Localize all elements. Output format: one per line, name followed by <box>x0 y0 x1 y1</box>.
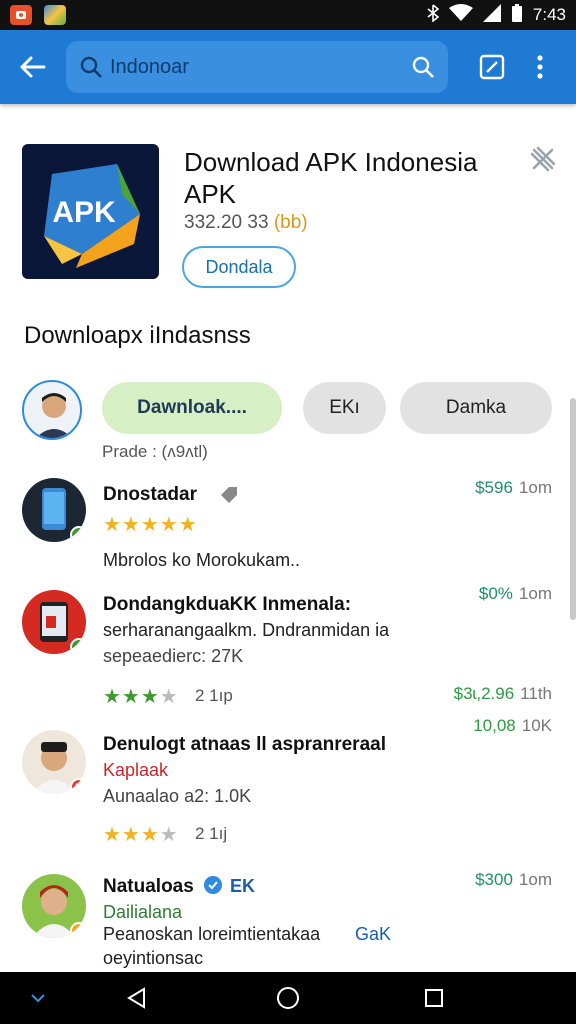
item-price-secondary: $3ɩ,2.96 11th <box>454 684 552 704</box>
app-logo: APK <box>22 144 159 279</box>
item-downloads: Aunaalao a2: 1.0K <box>103 786 252 806</box>
item-price: $0% 1om <box>479 584 552 604</box>
app-logo-text: APK <box>52 196 116 229</box>
back-nav-button[interactable] <box>116 972 156 1024</box>
app-header: APK Download APK Indonesia APK 332.20 33… <box>22 144 562 304</box>
content-area: APK Download APK Indonesia APK 332.20 33… <box>0 104 576 972</box>
search-icon[interactable] <box>412 56 434 78</box>
app-bar <box>0 30 576 104</box>
avatar[interactable] <box>22 380 82 440</box>
item-subtitle: Dailialana <box>103 902 183 922</box>
item-rating-text: 2 1ıj <box>195 824 228 843</box>
status-badge-icon <box>70 778 86 794</box>
item-description: Mbrolos ko Morokukam.. <box>103 550 301 570</box>
chip-row: Dawnloak.... EKı Damka <box>22 380 562 440</box>
item-description: serharanangaalkm. Dndranmidan ia <box>103 620 390 640</box>
pin-icon[interactable] <box>528 144 558 174</box>
recents-button[interactable] <box>414 972 454 1024</box>
item-subtitle: Kaplaak <box>103 760 169 780</box>
item-avatar <box>22 478 86 542</box>
item-price-value: $596 <box>475 478 513 497</box>
chip-download[interactable]: Dawnloak.... <box>102 382 282 434</box>
navigation-bar <box>0 972 576 1024</box>
item-time: 1om <box>518 870 552 889</box>
item-time: 1om <box>518 478 552 497</box>
app-meta-badge: (bb) <box>273 212 308 233</box>
back-button[interactable] <box>0 30 66 104</box>
app-title: Download APK Indonesia APK <box>184 147 478 209</box>
bluetooth-icon <box>427 3 440 27</box>
list-item[interactable]: Natualoas EK Dailialana Peanoskan loreim… <box>0 864 576 972</box>
tag-icon <box>218 484 240 511</box>
item-price-value: $300 <box>475 870 513 889</box>
status-time: 7:43 <box>532 5 566 24</box>
item-title: Natualoas <box>103 876 194 897</box>
item-title: Dnostadar <box>103 484 197 505</box>
item-extra: oeyintionsac <box>103 948 204 968</box>
verified-check-icon <box>70 638 86 654</box>
item-price-value: $0% <box>478 584 513 603</box>
app-meta: 332.20 33 (bb) <box>184 212 308 234</box>
item-price: 10,08 10K <box>473 716 552 736</box>
item-description: Peanoskan loreimtientakaa <box>103 924 321 944</box>
wifi-icon <box>448 3 473 27</box>
item-price-secondary-value: $3ɩ,2.96 <box>453 684 515 703</box>
item-avatar <box>22 590 86 654</box>
item-rating: ★★★★ <box>103 824 179 846</box>
back-triangle-icon <box>127 987 145 1009</box>
item-price: $300 1om <box>475 870 552 890</box>
status-badge-icon <box>70 922 86 938</box>
item-time: 1om <box>518 584 552 603</box>
back-arrow-icon <box>20 56 46 78</box>
app-meta-text: 332.20 33 <box>184 212 269 233</box>
collapse-icon <box>31 994 45 1003</box>
item-link[interactable]: GaK <box>355 924 391 945</box>
search-box[interactable] <box>66 41 448 93</box>
more-vert-icon <box>537 55 543 79</box>
battery-icon <box>511 3 523 27</box>
status-bar: 7:43 <box>0 0 576 30</box>
item-tag: EK <box>230 876 256 896</box>
signal-icon <box>482 3 501 27</box>
scrollbar[interactable] <box>570 398 576 620</box>
item-time-secondary: 11th <box>520 684 552 703</box>
recents-square-icon <box>425 989 443 1007</box>
photos-icon <box>44 5 66 25</box>
chip-damka[interactable]: Damka <box>400 382 552 434</box>
item-rating-text: 2 1ıp <box>195 686 233 705</box>
collapse-button[interactable] <box>20 972 56 1024</box>
edit-icon <box>479 54 505 80</box>
price-label: Prade : (ʌ9ʌtl) <box>102 442 208 461</box>
item-price-value: 10,08 <box>473 716 516 735</box>
more-options-button[interactable] <box>516 30 564 104</box>
item-rating: ★★★★★ <box>103 514 198 536</box>
item-rating: ★★★★ <box>103 686 179 708</box>
item-avatar <box>22 730 86 794</box>
edit-button[interactable] <box>468 30 516 104</box>
item-downloads: sepeaedierc: 27K <box>103 646 244 666</box>
list-item[interactable]: DondangkduaKK Inmenala: serharanangaalkm… <box>0 584 576 708</box>
item-price: $596 1om <box>475 478 552 498</box>
home-circle-icon <box>277 987 299 1009</box>
item-title: Denulogt atnaas ll aspranreraal <box>103 734 386 755</box>
item-avatar <box>22 874 86 938</box>
item-title: DondangkduaKK Inmenala: <box>103 594 352 615</box>
item-time: 10K <box>521 716 552 735</box>
list-item[interactable]: Denulogt atnaas ll aspranreraal Kaplaak … <box>0 716 576 856</box>
section-title: Downloapx iIndasnss <box>24 322 251 349</box>
list-item[interactable]: Dnostadar ★★★★★ Mbrolos ko Morokukam.. $… <box>0 476 576 572</box>
search-icon <box>80 56 102 78</box>
chip-ek[interactable]: EKı <box>303 382 386 434</box>
app-action-button[interactable]: Dondala <box>182 246 296 288</box>
verified-check-icon <box>70 526 86 542</box>
search-input[interactable] <box>110 55 412 79</box>
verified-icon <box>202 874 224 901</box>
notification-app-icon <box>10 5 32 25</box>
home-button[interactable] <box>268 972 308 1024</box>
